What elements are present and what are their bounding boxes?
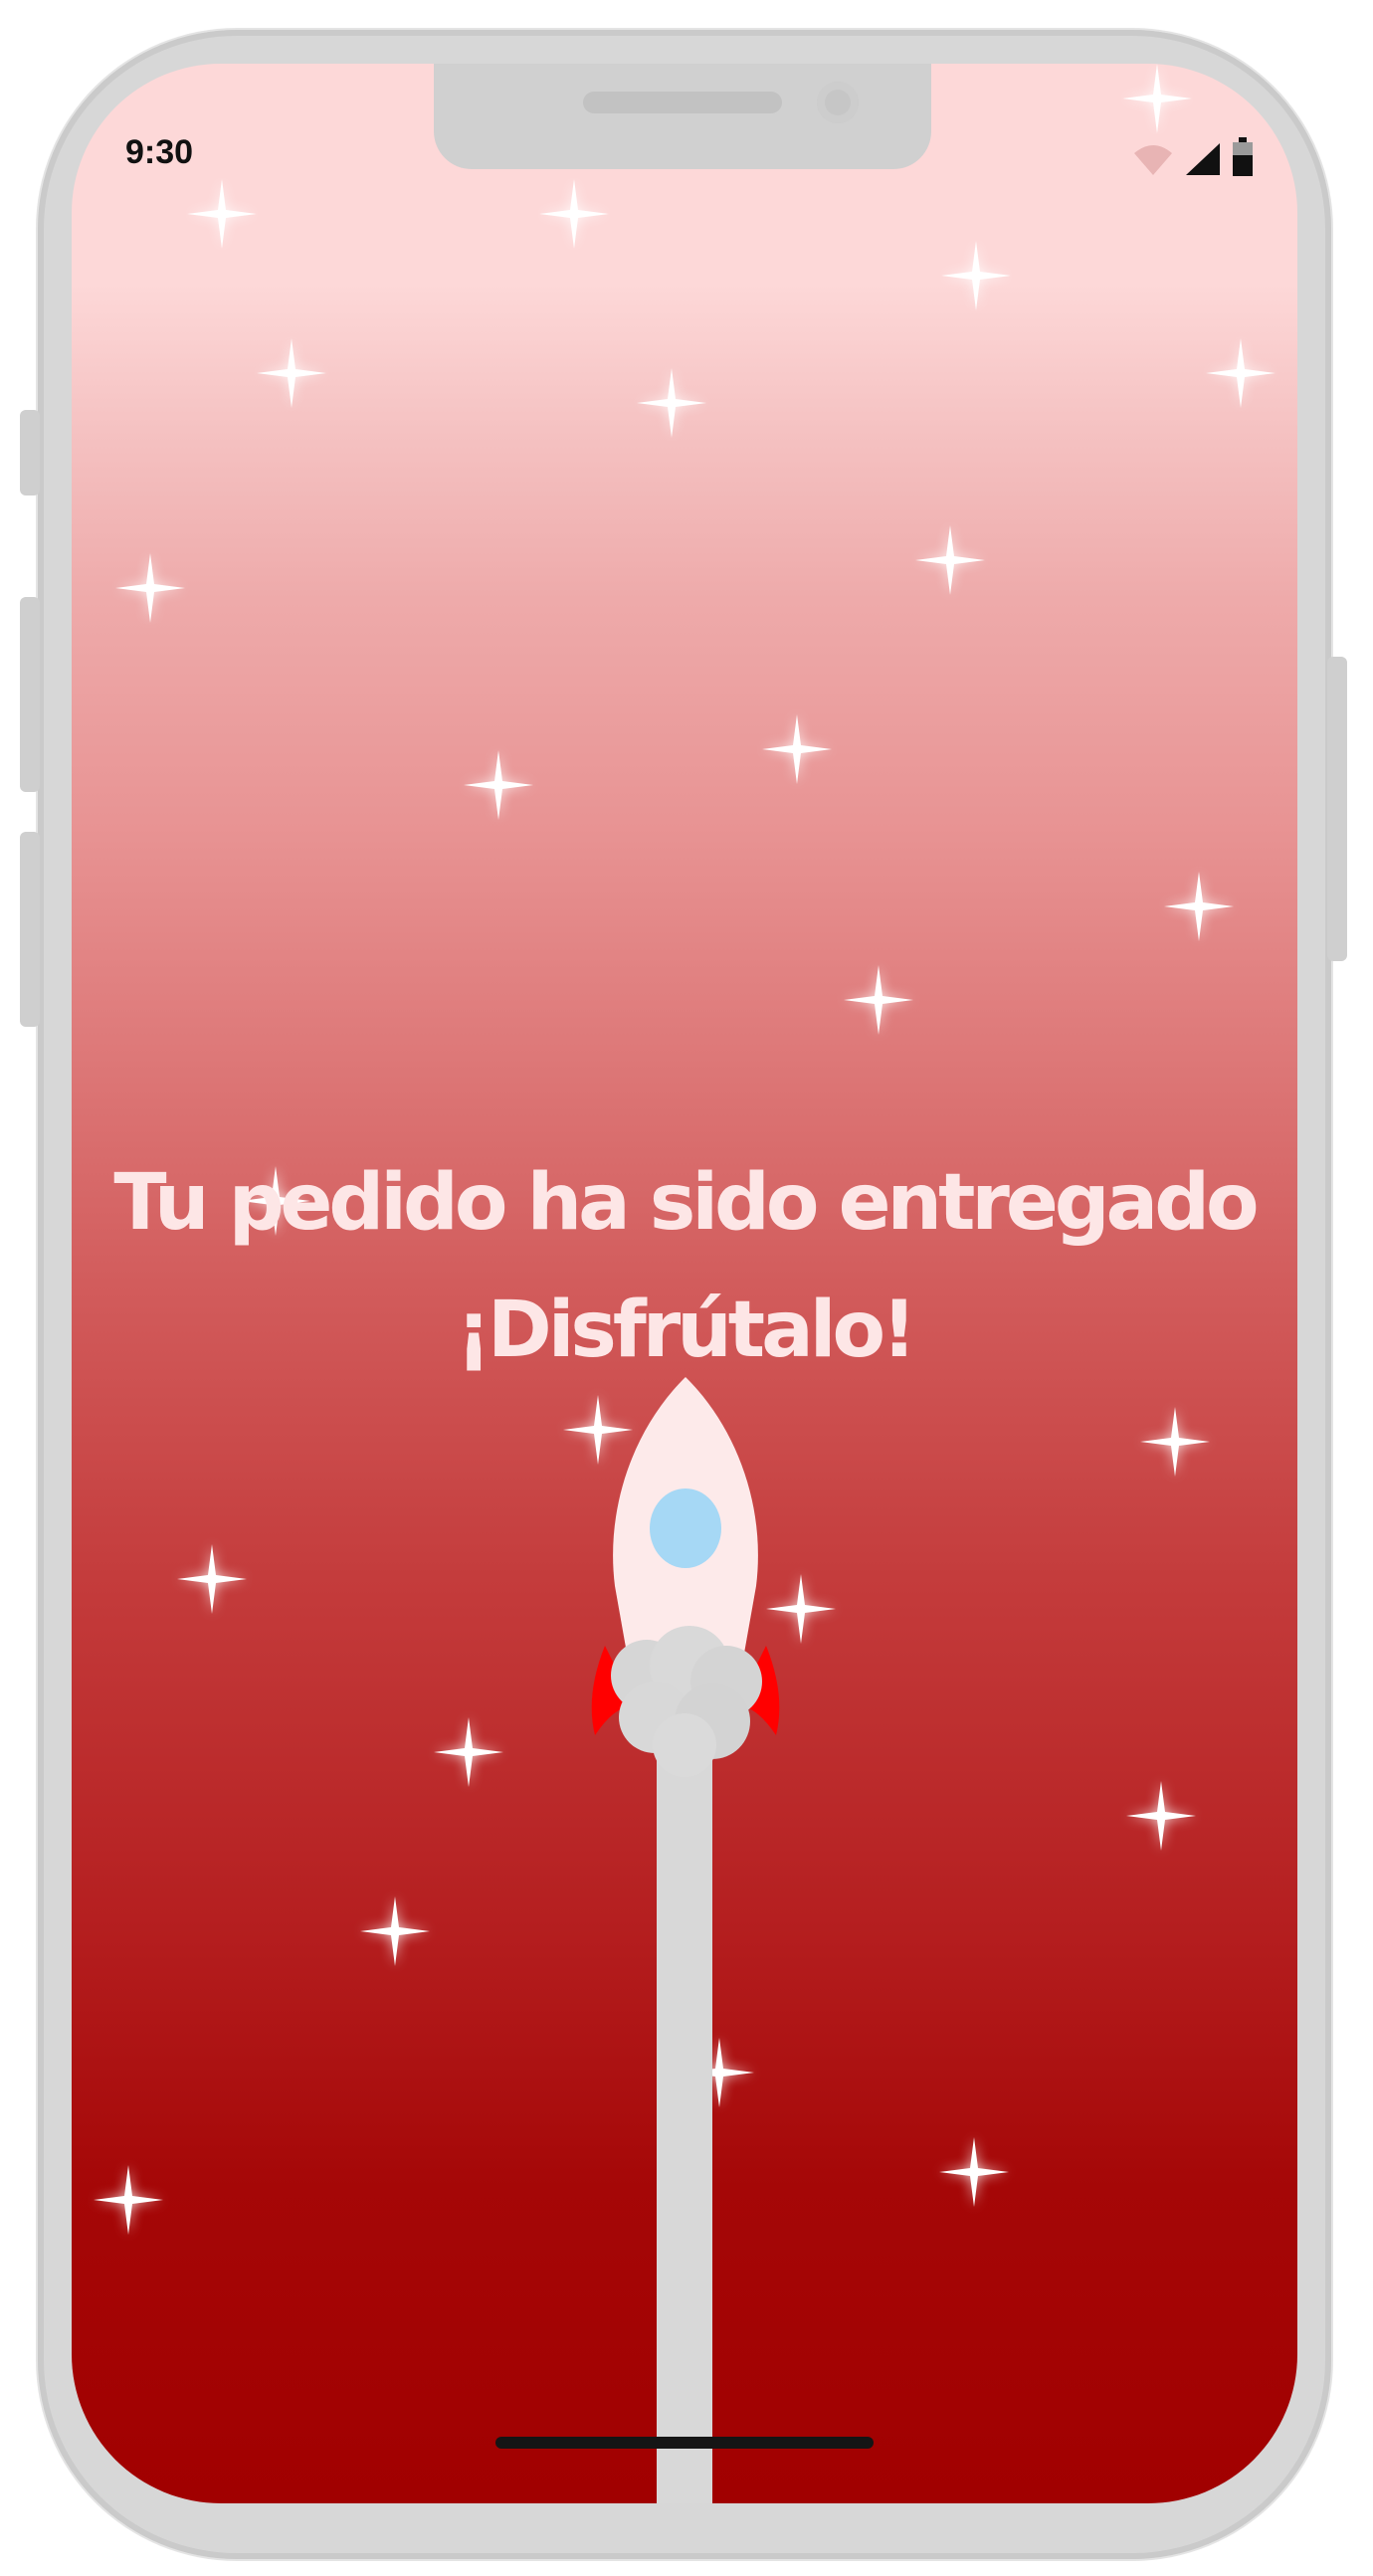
sparkle-icon xyxy=(939,2137,1009,2207)
sparkle-icon xyxy=(1126,1781,1196,1851)
sparkle-icon xyxy=(1122,64,1192,133)
sparkle-icon xyxy=(434,1717,503,1787)
speaker-grille xyxy=(583,92,782,113)
enjoy-message: ¡Disfrútalo! xyxy=(456,1286,916,1375)
silent-switch xyxy=(20,410,40,495)
battery-icon xyxy=(1232,137,1254,182)
wifi-icon xyxy=(1132,143,1174,182)
sparkle-icon xyxy=(1206,338,1275,408)
sparkle-icon xyxy=(360,1896,430,1966)
sparkle-icon xyxy=(94,2165,163,2235)
sparkle-icon xyxy=(915,525,985,595)
notch xyxy=(434,64,931,169)
status-time: 9:30 xyxy=(125,133,194,171)
volume-up-button xyxy=(20,597,40,792)
sparkle-icon xyxy=(177,1544,247,1614)
sparkle-icon xyxy=(1164,872,1234,941)
app-screen: 9:30 Tu pedido ha sido entregado ¡Disfrú… xyxy=(72,64,1297,2503)
sparkle-icon xyxy=(1140,1407,1210,1477)
signal-icon xyxy=(1184,141,1222,182)
sparkle-icon xyxy=(539,179,609,249)
home-indicator[interactable] xyxy=(495,2437,874,2449)
sparkle-icon xyxy=(257,338,326,408)
sparkle-icon xyxy=(115,553,185,623)
sparkle-icon xyxy=(637,368,706,438)
rocket-icon xyxy=(575,1377,796,1815)
front-camera xyxy=(817,82,859,123)
sparkle-icon xyxy=(464,750,533,820)
rocket-smoke-trail xyxy=(657,1755,712,2503)
status-icons xyxy=(1132,137,1254,182)
sparkle-icon xyxy=(762,714,832,784)
volume-down-button xyxy=(20,832,40,1027)
sparkle-icon xyxy=(844,965,913,1035)
delivery-message: Tu pedido ha sido entregado xyxy=(113,1158,1259,1248)
sparkle-icon xyxy=(941,241,1011,310)
power-button xyxy=(1327,657,1347,961)
sparkle-icon xyxy=(187,179,257,249)
